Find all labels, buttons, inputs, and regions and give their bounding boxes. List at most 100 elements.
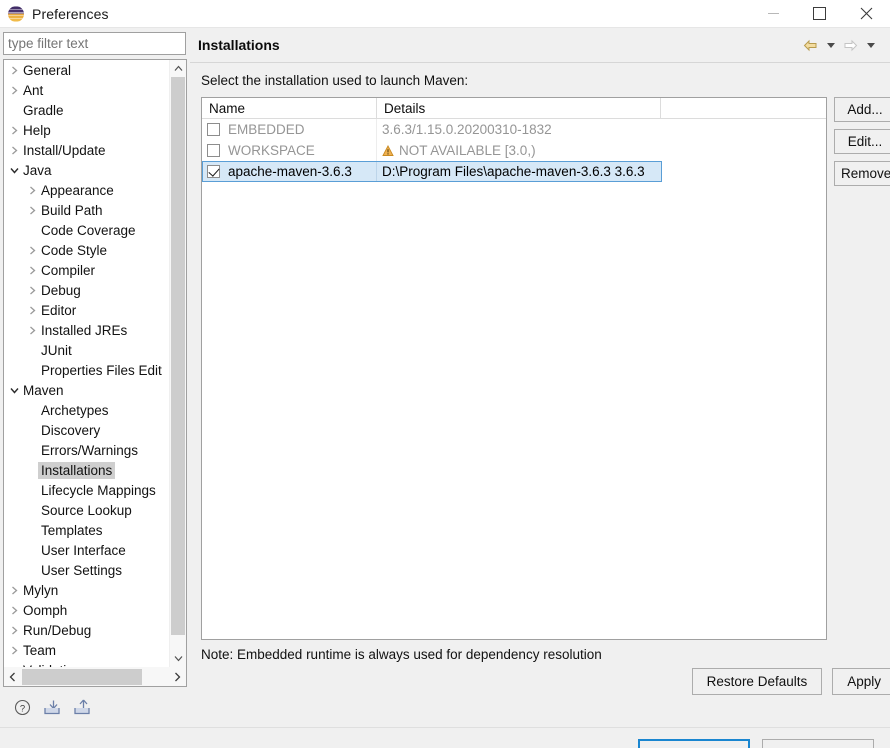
back-dropdown-icon[interactable]: [822, 37, 839, 54]
sidebar-item-junit[interactable]: JUnit: [4, 340, 168, 360]
installation-name: EMBEDDED: [228, 122, 305, 137]
remove-button[interactable]: Remove: [834, 161, 890, 186]
back-arrow-icon[interactable]: [802, 37, 819, 54]
scroll-right-arrow-icon[interactable]: [169, 668, 186, 686]
sidebar-item-appearance[interactable]: Appearance: [4, 180, 168, 200]
sidebar-item-compiler[interactable]: Compiler: [4, 260, 168, 280]
chevron-right-icon[interactable]: [6, 646, 22, 655]
sidebar-item-install-update[interactable]: Install/Update: [4, 140, 168, 160]
sidebar-item-archetypes[interactable]: Archetypes: [4, 400, 168, 420]
forward-dropdown-icon[interactable]: [862, 37, 879, 54]
sidebar-item-code-style[interactable]: Code Style: [4, 240, 168, 260]
sidebar-item-mylyn[interactable]: Mylyn: [4, 580, 168, 600]
table-column-header[interactable]: Details: [377, 98, 661, 118]
scroll-left-arrow-icon[interactable]: [4, 668, 21, 686]
sidebar-item-errors-warnings[interactable]: Errors/Warnings: [4, 440, 168, 460]
help-icon[interactable]: ?: [12, 697, 32, 717]
sidebar-item-user-settings[interactable]: User Settings: [4, 560, 168, 580]
table-column-header[interactable]: [661, 98, 826, 118]
row-checkbox[interactable]: [207, 123, 220, 136]
chevron-down-icon[interactable]: [6, 166, 22, 175]
installation-name: apache-maven-3.6.3: [228, 164, 352, 179]
page-content: Select the installation used to launch M…: [190, 63, 890, 727]
sidebar-item-discovery[interactable]: Discovery: [4, 420, 168, 440]
chevron-right-icon[interactable]: [24, 266, 40, 275]
sidebar-item-code-coverage[interactable]: Code Coverage: [4, 220, 168, 240]
table-row[interactable]: apache-maven-3.6.3D:\Program Files\apach…: [202, 161, 662, 182]
sidebar-item-templates[interactable]: Templates: [4, 520, 168, 540]
sidebar-item-installed-jres[interactable]: Installed JREs: [4, 320, 168, 340]
sidebar-item-label: Java: [22, 163, 52, 178]
table-row[interactable]: WORKSPACENOT AVAILABLE [3.0,): [202, 140, 826, 161]
chevron-right-icon[interactable]: [6, 146, 22, 155]
sidebar-item-validation[interactable]: Validation: [4, 660, 168, 667]
chevron-right-icon[interactable]: [24, 186, 40, 195]
scroll-down-arrow-icon[interactable]: [170, 650, 186, 667]
apply-button[interactable]: Apply: [832, 668, 890, 695]
chevron-right-icon[interactable]: [6, 586, 22, 595]
filter-input[interactable]: [3, 32, 186, 55]
horizontal-scroll-thumb[interactable]: [22, 669, 142, 685]
forward-arrow-icon[interactable]: [842, 37, 859, 54]
sidebar-item-source-lookup[interactable]: Source Lookup: [4, 500, 168, 520]
chevron-right-icon[interactable]: [6, 606, 22, 615]
maximize-button[interactable]: [796, 0, 842, 28]
chevron-right-icon[interactable]: [6, 66, 22, 75]
chevron-right-icon[interactable]: [6, 86, 22, 95]
sidebar-item-user-interface[interactable]: User Interface: [4, 540, 168, 560]
chevron-right-icon[interactable]: [6, 626, 22, 635]
tree-vertical-scrollbar[interactable]: [169, 60, 186, 667]
add-button[interactable]: Add...: [834, 97, 890, 122]
sidebar-item-gradle[interactable]: Gradle: [4, 100, 168, 120]
sidebar-item-lifecycle-mappings[interactable]: Lifecycle Mappings: [4, 480, 168, 500]
sidebar-item-ant[interactable]: Ant: [4, 80, 168, 100]
sidebar-item-label: Run/Debug: [22, 623, 91, 638]
chevron-right-icon[interactable]: [6, 126, 22, 135]
sidebar-item-general[interactable]: General: [4, 60, 168, 80]
sidebar-item-oomph[interactable]: Oomph: [4, 600, 168, 620]
chevron-right-icon[interactable]: [24, 326, 40, 335]
installation-name: WORKSPACE: [228, 143, 315, 158]
chevron-right-icon[interactable]: [24, 206, 40, 215]
apply-row: Restore Defaults Apply: [201, 660, 890, 695]
row-checkbox[interactable]: [207, 144, 220, 157]
sidebar-item-editor[interactable]: Editor: [4, 300, 168, 320]
sidebar-item-installations[interactable]: Installations: [4, 460, 168, 480]
tree-scroll-thumb[interactable]: [171, 77, 185, 635]
scroll-up-arrow-icon[interactable]: [170, 60, 186, 77]
sidebar-item-debug[interactable]: Debug: [4, 280, 168, 300]
sidebar-item-label: General: [22, 63, 71, 78]
sidebar-item-build-path[interactable]: Build Path: [4, 200, 168, 220]
sidebar-item-properties-files-edit[interactable]: Properties Files Edit: [4, 360, 168, 380]
table-row[interactable]: EMBEDDED3.6.3/1.15.0.20200310-1832: [202, 119, 826, 140]
page-description: Select the installation used to launch M…: [201, 73, 890, 91]
import-preferences-icon[interactable]: [42, 697, 62, 717]
installations-table[interactable]: NameDetails EMBEDDED3.6.3/1.15.0.2020031…: [201, 97, 827, 640]
sidebar-item-run-debug[interactable]: Run/Debug: [4, 620, 168, 640]
sidebar-item-label: Debug: [40, 283, 81, 298]
restore-defaults-button[interactable]: Restore Defaults: [692, 668, 823, 695]
svg-text:?: ?: [19, 703, 24, 714]
close-button[interactable]: [842, 0, 890, 28]
warning-icon: [382, 144, 395, 157]
window-title: Preferences: [32, 6, 109, 22]
view-menu-icon[interactable]: [882, 37, 890, 54]
chevron-right-icon[interactable]: [24, 306, 40, 315]
cancel-button[interactable]: Cancel: [762, 739, 874, 748]
sidebar-item-java[interactable]: Java: [4, 160, 168, 180]
sidebar-item-help[interactable]: Help: [4, 120, 168, 140]
sidebar-item-team[interactable]: Team: [4, 640, 168, 660]
table-column-header[interactable]: Name: [202, 98, 377, 118]
minimize-button[interactable]: [750, 0, 796, 28]
chevron-right-icon[interactable]: [24, 246, 40, 255]
chevron-right-icon[interactable]: [24, 286, 40, 295]
sidebar-item-maven[interactable]: Maven: [4, 380, 168, 400]
preferences-tree[interactable]: General AntGradleHelpInstall/Update Java Ap…: [3, 59, 187, 667]
row-checkbox[interactable]: [207, 165, 220, 178]
edit-button[interactable]: Edit...: [834, 129, 890, 154]
apply-and-close-button[interactable]: Apply and Close: [638, 739, 750, 748]
chevron-down-icon[interactable]: [6, 386, 22, 395]
export-preferences-icon[interactable]: [72, 697, 92, 717]
tree-horizontal-scrollbar[interactable]: [3, 667, 187, 687]
title-bar: Preferences: [0, 0, 890, 28]
